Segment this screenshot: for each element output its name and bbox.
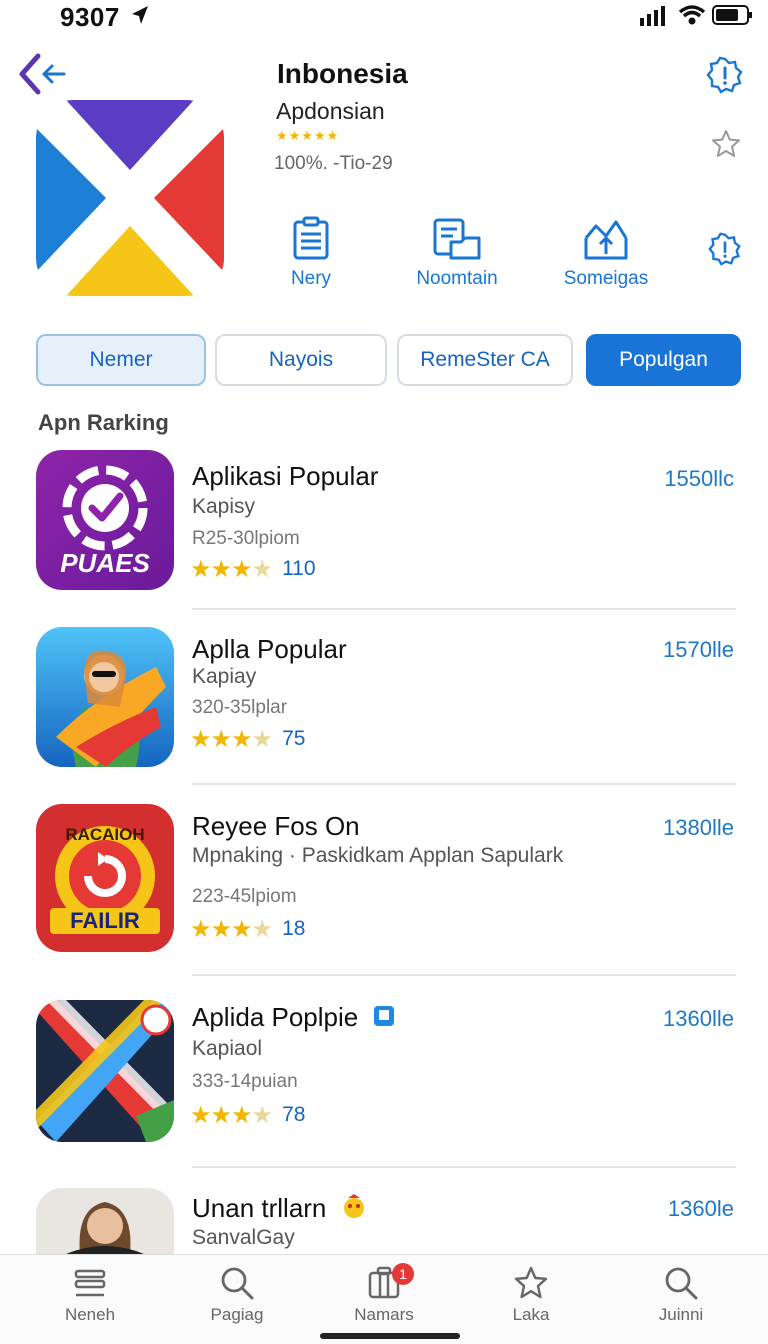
app-icon-failir: RACAIOH FAILIR (36, 804, 174, 952)
section-title: Apn Rarking (38, 410, 169, 435)
verified-square-icon (374, 1006, 395, 1026)
home-indicator[interactable] (320, 1333, 460, 1339)
app-price[interactable]: 1360le (668, 1196, 734, 1222)
segment-nemer[interactable]: Nemer (36, 334, 206, 386)
rating-count: 75 (282, 727, 306, 750)
divider (192, 974, 736, 976)
app-icon-aplida (36, 1000, 174, 1142)
tab-pagiag[interactable]: Pagiag (177, 1265, 297, 1325)
search-icon (665, 1267, 698, 1300)
segment-populgan[interactable]: Populgan (586, 334, 741, 386)
status-time: 9307 (60, 2, 120, 32)
rating-stars-icon: ★★★★ (190, 555, 273, 583)
document-list-icon (293, 216, 329, 260)
tab-label: Namars (354, 1305, 414, 1324)
stack-icon (74, 1269, 106, 1297)
app-icon-puaes: PUAES (36, 450, 174, 590)
tab-namars[interactable]: 1 Namars (324, 1263, 444, 1325)
favorite-star-icon[interactable] (710, 128, 742, 160)
back-arrow-icon[interactable] (18, 52, 68, 96)
app-category: Kapiay (192, 665, 257, 688)
app-icon-label: RACAIOH (65, 825, 144, 844)
divider (192, 783, 736, 785)
app-rating-stars: ★★★★★ (276, 128, 340, 143)
emoji-icon (343, 1194, 364, 1218)
app-name: Aplida Poplpie (192, 1002, 395, 1033)
rating-count: 78 (282, 1103, 306, 1126)
app-name: Aplikasi Popular (192, 461, 379, 491)
app-icon-aplla (36, 627, 174, 767)
action-noomtain-button[interactable]: Noomtain (387, 216, 527, 290)
tab-label: Pagiag (210, 1305, 264, 1324)
tab-neneh[interactable]: Neneh (30, 1265, 150, 1325)
app-name-text: Aplida Poplpie (192, 1002, 359, 1032)
search-icon (221, 1267, 254, 1300)
divider (192, 608, 736, 610)
app-size: 333-14puian (192, 1071, 298, 1092)
cellular-signal-icon (640, 6, 665, 26)
star-icon (514, 1266, 548, 1299)
app-meta: 100%. -Tio-29 (274, 153, 393, 174)
rating-count: 110 (282, 557, 316, 580)
app-developer[interactable]: Apdonsian (276, 98, 385, 125)
app-size: R25-30lpiom (192, 528, 300, 549)
app-category: Kapiaol (192, 1037, 263, 1060)
rating-count: 18 (282, 917, 306, 940)
tab-label: Neneh (64, 1305, 116, 1324)
location-arrow-icon (132, 6, 148, 24)
clipboard-folder-icon (433, 218, 481, 260)
app-price[interactable]: 1360lle (663, 1006, 734, 1032)
app-category: SanvalGay (192, 1226, 295, 1249)
battery-icon (712, 5, 752, 25)
action-row: Nery Noomtain Someigas (0, 216, 768, 296)
segment-nayois[interactable]: Nayois (215, 334, 387, 386)
segment-remester-ca[interactable]: RemeSter CA (397, 334, 573, 386)
action-label: Nery (290, 268, 332, 289)
app-size: 320-35lplar (192, 697, 288, 718)
app-category: Mpnaking · Paskidkam Applan Sapulark (192, 844, 564, 867)
app-price[interactable]: 1570lle (663, 637, 734, 663)
app-name: Reyee Fos On (192, 811, 360, 841)
action-label: Noomtain (416, 268, 498, 289)
app-icon-unan (36, 1188, 174, 1254)
notification-badge: 1 (392, 1263, 414, 1285)
tab-laka[interactable]: Laka (471, 1265, 591, 1325)
tab-label: Laka (512, 1305, 550, 1324)
app-price[interactable]: 1380lle (663, 815, 734, 841)
tab-label: Juinni (658, 1305, 704, 1324)
app-rating: ★★★★ 78 (190, 1101, 306, 1129)
tab-juinni[interactable]: Juinni (621, 1265, 741, 1325)
action-nery-button[interactable]: Nery (241, 216, 381, 290)
upload-tray-icon (584, 220, 628, 260)
app-rating: ★★★★ 75 (190, 725, 306, 753)
app-name: Unan trllarn (192, 1192, 368, 1224)
action-someigas-button[interactable]: Someigas (536, 216, 676, 290)
app-rating: ★★★★ 18 (190, 915, 306, 943)
app-name-text: Unan trllarn (192, 1193, 327, 1223)
rating-stars-icon: ★★★★ (190, 725, 273, 753)
app-category: Kapisy (192, 495, 256, 518)
bottom-tab-bar: Neneh Pagiag 1 Namars Laka Juinni (0, 1254, 768, 1344)
rating-stars-icon: ★★★★ (190, 915, 273, 943)
divider (192, 1166, 736, 1168)
verified-badge-icon[interactable] (706, 56, 744, 94)
status-bar: 9307 (0, 0, 768, 36)
app-icon-label: PUAES (60, 548, 150, 578)
wifi-icon (678, 5, 706, 25)
rating-stars-icon: ★★★★ (190, 1101, 273, 1129)
app-price[interactable]: 1550llc (664, 466, 734, 492)
app-icon-label: FAILIR (70, 908, 140, 933)
info-badge-icon[interactable] (708, 232, 742, 266)
action-label: Someigas (563, 268, 649, 289)
app-name: Aplla Popular (192, 634, 347, 664)
app-title: Inbonesia (277, 58, 408, 89)
app-size: 223-45lpiom (192, 886, 297, 907)
app-rating: ★★★★ 110 (190, 555, 316, 583)
